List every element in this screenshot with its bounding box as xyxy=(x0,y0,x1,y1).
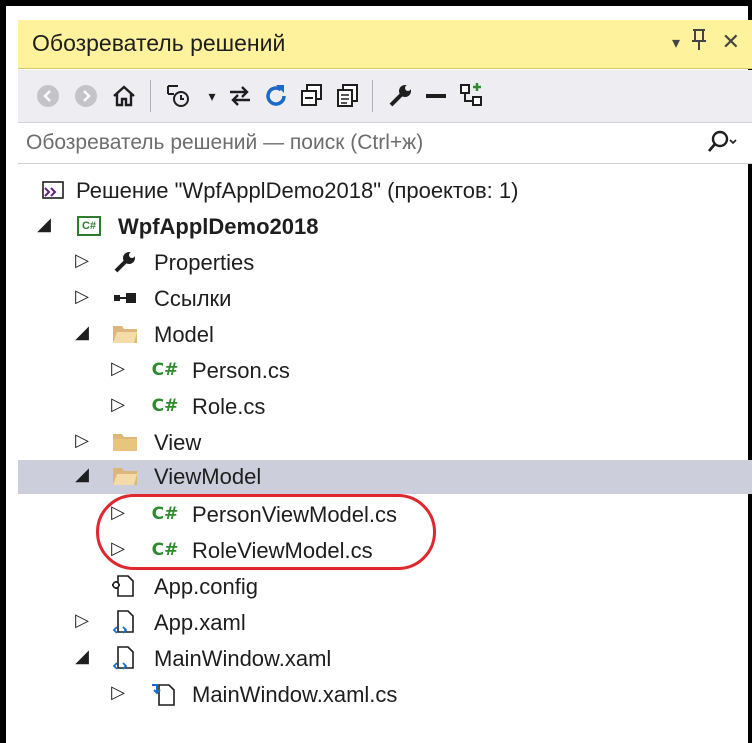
solution-explorer-window: Обозреватель решений ▾ ✕ ▾ Обозреватель … xyxy=(0,0,752,743)
search-bar xyxy=(18,122,752,164)
collapsed-arrow-icon[interactable]: ▷ xyxy=(72,430,92,451)
csharp-file-icon: C# xyxy=(151,504,179,524)
sync-icon[interactable] xyxy=(224,80,256,112)
toolbar-separator xyxy=(150,80,151,112)
collapsed-arrow-icon[interactable]: ▷ xyxy=(72,250,92,271)
home-icon[interactable] xyxy=(108,80,140,112)
solution-icon xyxy=(36,176,70,204)
panel-titlebar: Обозреватель решений ▾ ✕ xyxy=(18,20,752,69)
expanded-arrow-icon[interactable]: ◢ xyxy=(34,214,54,235)
code-behind-file-icon xyxy=(146,680,180,708)
tree-item-roleviewmodel-cs[interactable]: ▷ C# RoleViewModel.cs xyxy=(18,534,752,568)
pin-icon[interactable] xyxy=(690,28,708,59)
tree-item-label: RoleViewModel.cs xyxy=(192,538,373,563)
project-label: WpfApplDemo2018 xyxy=(118,214,319,239)
expanded-arrow-icon[interactable]: ◢ xyxy=(72,464,92,485)
collapsed-arrow-icon[interactable]: ▷ xyxy=(108,682,128,703)
window-border-left xyxy=(0,0,6,743)
csharp-project-icon: C# xyxy=(72,212,106,240)
search-icon[interactable] xyxy=(706,129,738,161)
toolbar-separator xyxy=(372,80,373,112)
solution-label: Решение "WpfApplDemo2018" (проектов: 1) xyxy=(76,178,519,203)
refresh-icon[interactable] xyxy=(260,80,292,112)
tree-item-label: ViewModel xyxy=(154,464,262,489)
tree-item-label: PersonViewModel.cs xyxy=(192,502,398,527)
folder-icon xyxy=(108,428,142,456)
dropdown-icon[interactable]: ▾ xyxy=(672,30,680,58)
csharp-file-icon: C# xyxy=(151,540,179,560)
tree-item-label: MainWindow.xaml xyxy=(154,646,332,671)
tree-item-person-cs[interactable]: ▷ C# Person.cs xyxy=(18,354,752,388)
open-folder-icon xyxy=(108,320,142,348)
tree-item-app-xaml[interactable]: ▷ App.xaml xyxy=(18,606,752,640)
tree-item-label: Model xyxy=(154,322,214,347)
csharp-file-icon: C# xyxy=(151,360,179,380)
tree-item-label: MainWindow.xaml.cs xyxy=(192,682,398,707)
tree-item-mainwindow-xaml-cs[interactable]: ▷ MainWindow.xaml.cs xyxy=(18,678,752,712)
collapsed-arrow-icon[interactable]: ▷ xyxy=(108,358,128,379)
tree-item-mainwindow-xaml[interactable]: ◢ MainWindow.xaml xyxy=(18,642,752,676)
preview-icon[interactable] xyxy=(420,80,452,112)
tree-item-role-cs[interactable]: ▷ C# Role.cs xyxy=(18,390,752,424)
tree-item-project[interactable]: ◢ C# WpfApplDemo2018 xyxy=(18,210,752,244)
tree-item-personviewmodel-cs[interactable]: ▷ C# PersonViewModel.cs xyxy=(18,498,752,532)
tree-item-view-folder[interactable]: ▷ View xyxy=(18,426,752,460)
properties-wrench-icon[interactable] xyxy=(384,80,416,112)
collapsed-arrow-icon[interactable]: ▷ xyxy=(108,538,128,559)
tree-item-solution[interactable]: Решение "WpfApplDemo2018" (проектов: 1) xyxy=(18,174,752,208)
back-icon[interactable] xyxy=(32,80,64,112)
collapsed-arrow-icon[interactable]: ▷ xyxy=(72,286,92,307)
tree-item-label: Ссылки xyxy=(154,286,232,311)
close-icon[interactable]: ✕ xyxy=(722,28,740,56)
panel-title: Обозреватель решений xyxy=(32,30,286,56)
search-input[interactable] xyxy=(24,127,678,159)
tree-item-label: Person.cs xyxy=(192,358,290,383)
show-all-files-icon[interactable] xyxy=(332,80,364,112)
tree-item-viewmodel-folder[interactable]: ◢ ViewModel xyxy=(18,460,752,494)
toolbar: ▾ xyxy=(18,70,752,122)
tree-item-label: App.xaml xyxy=(154,610,246,635)
xaml-file-icon xyxy=(108,608,142,636)
tree-item-model-folder[interactable]: ◢ Model xyxy=(18,318,752,352)
pending-changes-icon[interactable] xyxy=(164,80,196,112)
collapse-all-icon[interactable] xyxy=(296,80,328,112)
expanded-arrow-icon[interactable]: ◢ xyxy=(72,322,92,343)
collapsed-arrow-icon[interactable]: ▷ xyxy=(108,502,128,523)
tree-item-app-config[interactable]: App.config xyxy=(18,570,752,604)
class-view-icon[interactable] xyxy=(456,80,488,112)
tree-item-label: Role.cs xyxy=(192,394,266,419)
tree-item-label: App.config xyxy=(154,574,258,599)
wrench-icon xyxy=(108,248,142,276)
references-icon xyxy=(108,284,142,312)
xaml-file-icon xyxy=(108,644,142,672)
tree-item-label: View xyxy=(154,430,202,455)
tree-item-label: Properties xyxy=(154,250,255,275)
tree-item-references[interactable]: ▷ Ссылки xyxy=(18,282,752,316)
window-border-top xyxy=(0,0,752,6)
config-file-icon xyxy=(106,572,140,600)
forward-icon[interactable] xyxy=(70,80,102,112)
open-folder-icon xyxy=(108,462,142,490)
expanded-arrow-icon[interactable]: ◢ xyxy=(72,646,92,667)
tree-item-properties[interactable]: ▷ Properties xyxy=(18,246,752,280)
collapsed-arrow-icon[interactable]: ▷ xyxy=(72,610,92,631)
csharp-file-icon: C# xyxy=(151,396,179,416)
collapsed-arrow-icon[interactable]: ▷ xyxy=(108,394,128,415)
